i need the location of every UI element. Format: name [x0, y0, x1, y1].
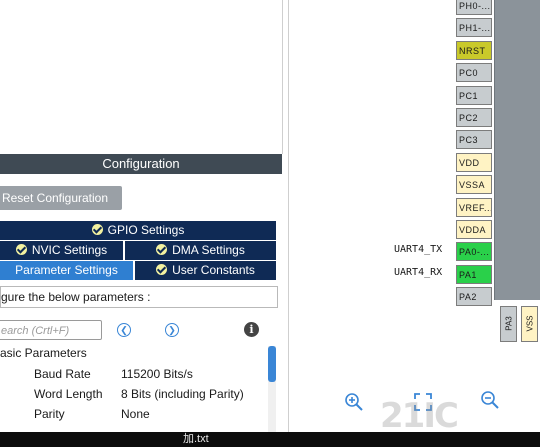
- zoom-out-icon[interactable]: [480, 390, 500, 410]
- bottom-pin-pa3[interactable]: PA3: [500, 306, 517, 342]
- chip-body: [495, 0, 540, 300]
- zoom-in-icon[interactable]: [344, 392, 364, 412]
- tab-nvic-settings[interactable]: NVIC Settings: [0, 241, 123, 260]
- check-icon: [156, 244, 168, 255]
- pin-vssa[interactable]: VSSA: [456, 175, 492, 195]
- configure-parameters-label: gure the below parameters :: [0, 286, 278, 308]
- basic-parameters-heading: asic Parameters: [0, 346, 87, 360]
- bottom-pin-vss[interactable]: VSS: [521, 306, 538, 342]
- taskbar: [0, 432, 540, 447]
- param-value-parity[interactable]: None: [121, 407, 150, 421]
- pin-nrst[interactable]: NRST: [456, 40, 492, 60]
- pin-vdda[interactable]: VDDA: [456, 220, 492, 239]
- watermark-logo: 21IC: [380, 396, 459, 436]
- param-value-word-length[interactable]: 8 Bits (including Parity): [121, 387, 244, 401]
- taskbar-file-label[interactable]: 加.txt: [183, 432, 209, 447]
- param-name-word-length: Word Length: [34, 387, 103, 401]
- pin-pa1[interactable]: PA1: [456, 264, 492, 284]
- check-icon: [156, 264, 168, 275]
- pin-vdd[interactable]: VDD: [456, 152, 492, 172]
- tab-gpio-settings[interactable]: GPIO Settings: [0, 221, 276, 240]
- configuration-header: Configuration: [0, 154, 282, 174]
- check-icon: [15, 244, 27, 255]
- pin-pa2[interactable]: PA2: [456, 287, 492, 307]
- info-icon[interactable]: i: [244, 322, 259, 337]
- tab-user-constants[interactable]: User Constants: [135, 261, 276, 280]
- reset-configuration-button[interactable]: Reset Configuration: [0, 186, 122, 210]
- signal-label-uart4-rx: UART4_RX: [394, 267, 443, 278]
- param-value-baud-rate[interactable]: 115200 Bits/s: [121, 367, 193, 381]
- pin-pc0[interactable]: PC0: [456, 63, 492, 83]
- pin-ph1[interactable]: PH1-...: [456, 18, 492, 38]
- pin-pc3[interactable]: PC3: [456, 130, 492, 150]
- pin-vref[interactable]: VREF...: [456, 197, 492, 217]
- pin-ph0[interactable]: PH0-...: [456, 0, 492, 15]
- previous-button[interactable]: ❮: [117, 323, 131, 337]
- pin-pc2[interactable]: PC2: [456, 108, 492, 127]
- tab-dma-settings[interactable]: DMA Settings: [125, 241, 276, 260]
- tab-parameter-settings[interactable]: Parameter Settings: [0, 261, 133, 280]
- upper-panel: [0, 0, 283, 154]
- signal-label-uart4-tx: UART4_TX: [394, 244, 443, 255]
- param-name-baud-rate: Baud Rate: [34, 367, 91, 381]
- check-icon: [91, 224, 103, 235]
- next-button[interactable]: ❯: [165, 323, 179, 337]
- param-name-parity: Parity: [34, 407, 65, 421]
- scrollbar-thumb[interactable]: [268, 346, 276, 382]
- pin-pa0[interactable]: PA0-...: [456, 242, 492, 262]
- pin-pc1[interactable]: PC1: [456, 85, 492, 105]
- search-input[interactable]: earch (Crtl+F): [0, 320, 102, 340]
